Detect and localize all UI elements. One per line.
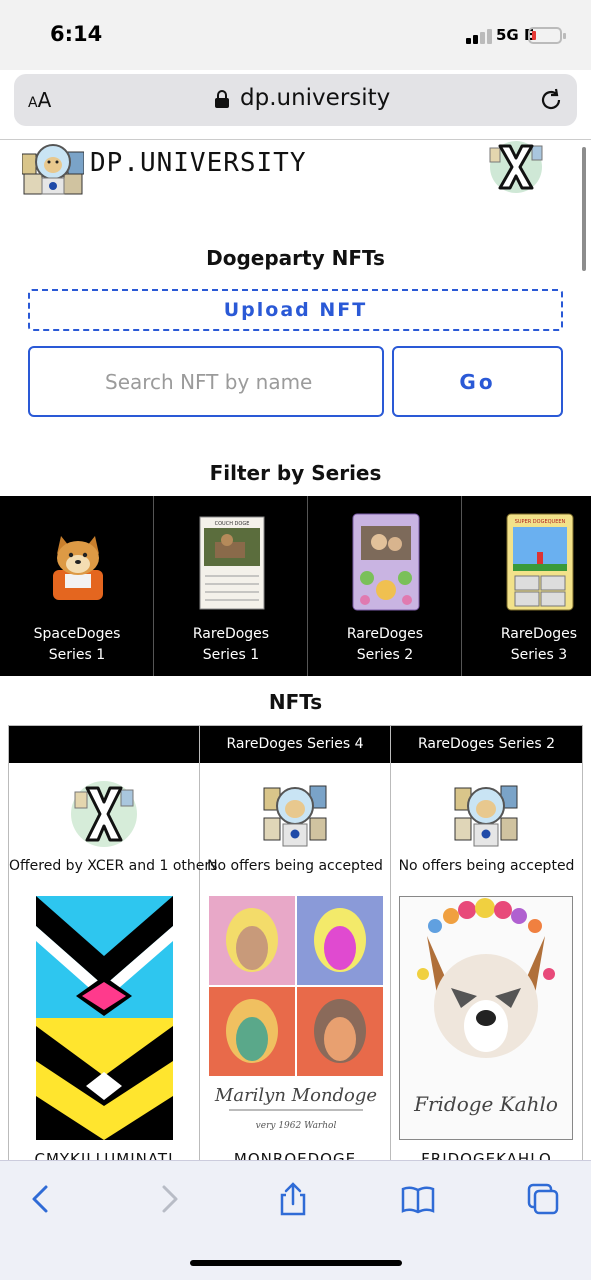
nft-card[interactable]: RareDoges Series 2 No offers being accep… bbox=[391, 726, 582, 1168]
series-label-3: RareDoges bbox=[346, 626, 424, 642]
nft-card[interactable]: Offered by XCER and 1 others CMYKILLUMIN… bbox=[9, 726, 218, 1168]
series-sub-2: Series 1 bbox=[202, 647, 260, 663]
site-logo[interactable] bbox=[22, 140, 84, 196]
series-item-raredoges-1[interactable]: COUCH DOGE RareDoges Series 1 bbox=[154, 496, 308, 676]
series-item-raredoges-3[interactable]: SUPER DOGEQUEEN RareDoges Series 3 bbox=[462, 496, 591, 676]
raredoges-2-thumbnail bbox=[352, 513, 420, 611]
battery-icon bbox=[528, 27, 566, 44]
series-sub-1: Series 1 bbox=[48, 647, 106, 663]
spacedoge-thumbnail bbox=[53, 536, 103, 600]
status-bar: 6:14 5G E bbox=[0, 0, 591, 70]
raredoges-3-thumbnail: SUPER DOGEQUEEN bbox=[506, 513, 574, 611]
series-filter: SpaceDoges Series 1 COUCH DOGE RareDoges S… bbox=[0, 496, 591, 676]
nfts-title: NFTs bbox=[268, 690, 323, 714]
home-indicator bbox=[190, 1260, 402, 1266]
nft-artwork-monroedoge[interactable]: Marilyn Mondoge very 1962 Warhol bbox=[209, 896, 383, 1140]
upload-nft-button[interactable]: Upload NFT bbox=[28, 289, 563, 331]
search-input[interactable] bbox=[28, 346, 384, 417]
series-sub-4: Series 3 bbox=[510, 647, 568, 663]
couch-doge-title: COUCH DOGE bbox=[215, 521, 250, 527]
forward-icon[interactable] bbox=[150, 1181, 186, 1217]
address-bar[interactable]: AA dp.university bbox=[14, 74, 577, 126]
url-domain: dp.university bbox=[240, 85, 391, 111]
series-label-2: RareDoges bbox=[192, 626, 270, 642]
tabs-icon[interactable] bbox=[525, 1181, 561, 1217]
series-item-spacedoges-1[interactable]: SpaceDoges Series 1 bbox=[0, 496, 154, 676]
owner-avatar[interactable] bbox=[260, 778, 330, 850]
go-button[interactable]: Go bbox=[392, 346, 563, 417]
status-time: 6:14 bbox=[50, 22, 103, 46]
monroe-subtitle: very 1962 Warhol bbox=[256, 1121, 337, 1131]
lock-icon bbox=[215, 90, 229, 108]
reader-settings-button[interactable]: AA bbox=[28, 88, 51, 112]
filter-title: Filter by Series bbox=[209, 461, 382, 485]
series-label-1: SpaceDoges bbox=[33, 626, 121, 642]
nft-artwork-fridogekahlo[interactable]: Fridoge Kahlo bbox=[399, 896, 573, 1140]
offer-status: No offers being accepted bbox=[398, 858, 575, 874]
nft-series-label bbox=[9, 726, 199, 763]
super-dogequeen-title: SUPER DOGEQUEEN bbox=[515, 519, 566, 525]
nft-grid: Offered by XCER and 1 others CMYKILLUMIN… bbox=[8, 725, 583, 1168]
series-sub-3: Series 2 bbox=[356, 647, 414, 663]
nft-artwork-cmykilluminati[interactable] bbox=[36, 896, 173, 1140]
nft-series-label: RareDoges Series 4 bbox=[200, 726, 390, 763]
offer-status: No offers being accepted bbox=[207, 858, 383, 874]
raredoges-1-thumbnail: COUCH DOGE bbox=[199, 516, 265, 610]
site-name[interactable]: DP.UNIVERSITY bbox=[90, 148, 307, 178]
reload-icon[interactable] bbox=[538, 87, 564, 113]
bookmarks-icon[interactable] bbox=[400, 1181, 436, 1217]
page-title: Dogeparty NFTs bbox=[206, 246, 385, 270]
series-item-raredoges-2[interactable]: RareDoges Series 2 bbox=[308, 496, 462, 676]
owner-avatar[interactable] bbox=[69, 778, 139, 850]
monroe-title: Marilyn Mondoge bbox=[214, 1085, 377, 1106]
owner-avatar[interactable] bbox=[451, 778, 521, 850]
nft-card[interactable]: RareDoges Series 4 No offers being accep… bbox=[200, 726, 391, 1168]
offer-status: Offered by XCER and 1 others bbox=[9, 858, 218, 874]
fridoge-signature: Fridoge Kahlo bbox=[413, 1092, 558, 1116]
user-avatar[interactable] bbox=[484, 140, 548, 194]
series-label-4: RareDoges bbox=[500, 626, 578, 642]
share-icon[interactable] bbox=[275, 1181, 311, 1217]
back-icon[interactable] bbox=[24, 1181, 60, 1217]
signal-icon bbox=[466, 28, 494, 44]
nft-series-label: RareDoges Series 2 bbox=[391, 726, 582, 763]
